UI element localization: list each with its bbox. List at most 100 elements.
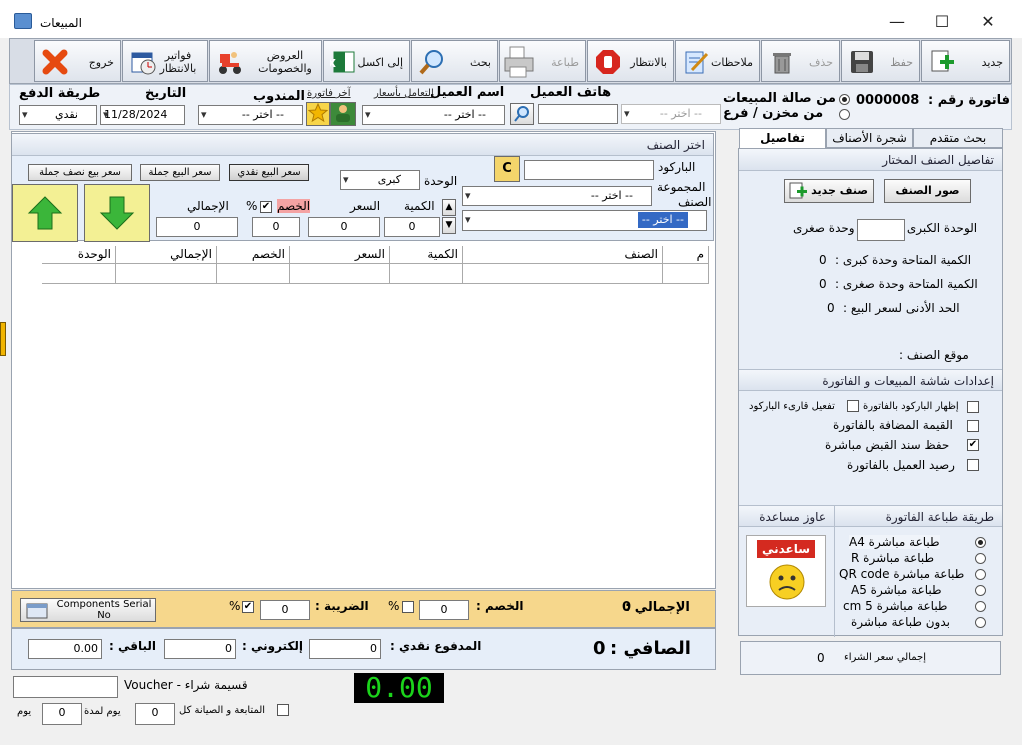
maintenance-checkbox[interactable] [277,704,289,716]
invoice-discount-input[interactable]: 0 [419,600,469,620]
save-receipt-checkbox[interactable]: ✔ [967,439,979,451]
grid-cell[interactable] [42,264,116,284]
from-store-label: من مخزن / فرع [723,106,824,121]
customer-select[interactable]: -- اختر -- [362,105,505,125]
big-unit-input[interactable] [857,219,905,241]
barcode-input[interactable] [524,160,654,180]
close-button[interactable]: ✕ [966,8,1010,36]
settings-title: إعدادات شاشة المبيعات و الفاتورة [739,369,1002,391]
quantity-down-button[interactable]: ▼ [442,217,456,234]
favorite-button[interactable] [306,102,330,126]
print-r-label: طباعة مباشرة R [851,551,935,565]
svg-text:X: X [330,57,337,70]
pending-invoices-button[interactable]: فواتير بالانتظار [122,40,208,82]
price-half-wholesale-button[interactable]: سعر بيع نصف جملة [28,164,132,181]
unit-select[interactable]: كبرى [340,170,420,190]
grid-cell[interactable] [217,264,290,284]
save-button[interactable]: حفظ [841,40,920,82]
discount-percent-sign: % [246,199,258,213]
invoice-discount-percent-checkbox[interactable] [402,601,414,613]
electronic-input[interactable]: 0 [164,639,236,659]
grid-cell[interactable] [390,264,463,284]
quantity-up-button[interactable]: ▲ [442,199,456,216]
toolbar: جديد حفظ حذف ملاحظات بالانتظار طباعة بحث… [9,38,1012,84]
print-button[interactable]: طباعة [499,40,586,82]
no-print-radio[interactable] [975,617,986,628]
clear-button[interactable]: C [494,156,520,182]
voucher-input[interactable] [13,676,118,698]
new-item-button[interactable]: صنف جديد [784,179,874,203]
notes-label: ملاحظات [711,55,753,69]
print-a4-radio[interactable] [975,537,986,548]
side-decoration [0,322,6,356]
maintenance-days-input[interactable]: 0 [135,703,175,725]
help-button[interactable]: ساعدني [746,535,826,607]
deal-prices-link[interactable]: التعامل بأسعار [374,88,434,99]
grid-cell[interactable] [116,264,217,284]
new-item-label: صنف جديد [811,184,868,197]
minimize-button[interactable]: — [875,8,919,36]
discount-input[interactable]: 0 [252,217,300,237]
trash-icon [773,53,791,74]
customer-search-button[interactable] [510,103,534,125]
tax-percent-checkbox[interactable]: ✔ [242,601,254,613]
customer-avatar-button[interactable] [330,102,356,126]
maintenance-day-label: يوم [17,706,32,717]
branch-select[interactable]: -- اختر -- [621,104,721,124]
min-price-label: الحد الأدنى لسعر البيع : [843,301,960,315]
tab-items-tree[interactable]: شجرة الأصناف [826,128,913,148]
print-5cm-radio[interactable] [975,601,986,612]
print-qr-radio[interactable] [975,569,986,580]
maintenance-period-input[interactable]: 0 [42,703,82,725]
delete-button[interactable]: حذف [761,40,840,82]
rep-select[interactable]: -- اختر -- [198,105,303,125]
grid-cell[interactable] [290,264,390,284]
new-button[interactable]: جديد [921,40,1010,82]
offers-discounts-button[interactable]: العروض والخصومات [209,40,322,82]
print-a5-radio[interactable] [975,585,986,596]
grid-cell[interactable] [663,264,709,284]
maximize-button[interactable]: ☐ [920,8,964,36]
components-serial-button[interactable]: Components Serial No [20,598,156,622]
group-select[interactable]: -- اختر -- [462,186,652,206]
date-picker[interactable]: 11/28/2024 [100,105,185,125]
discount-percent-checkbox[interactable]: ✔ [260,201,272,213]
window-title: المبيعات [40,16,82,30]
customer-phone-input[interactable] [538,104,618,124]
price-input[interactable]: 0 [308,217,380,237]
price-cash-button[interactable]: سعر البيع نقدي [229,164,309,181]
tab-details[interactable]: تفاصيل [739,128,826,149]
invoice-number-value: 0000008 [856,93,920,108]
exit-button[interactable]: خروج [34,40,121,82]
quantity-input[interactable]: 0 [384,217,440,237]
vat-checkbox[interactable] [967,420,979,432]
add-down-button[interactable] [84,184,150,242]
from-hall-radio[interactable] [839,94,850,105]
pending-button[interactable]: بالانتظار [587,40,674,82]
cash-paid-input[interactable]: 0 [309,639,381,659]
grid-cell[interactable] [463,264,663,284]
payment-method-select[interactable]: نقدي [19,105,97,125]
price-wholesale-button[interactable]: سعر البيع جملة [140,164,220,181]
invoice-items-grid: الوحدة الإجمالي الخصم السعر الكمية الصنف… [42,246,709,286]
show-barcode-checkbox[interactable] [967,401,979,413]
line-total-input: 0 [156,217,238,237]
customer-balance-checkbox[interactable] [967,459,979,471]
from-store-radio[interactable] [839,109,850,120]
item-selection-panel: اختر الصنف الباركود C المجموعة -- اختر -… [11,133,714,242]
print-r-radio[interactable] [975,553,986,564]
small-unit-label: وحدة صغرى [793,221,855,235]
notes-button[interactable]: ملاحظات [675,40,760,82]
unit-label: الوحدة [424,174,458,188]
tax-input[interactable]: 0 [260,600,310,620]
search-button[interactable]: بحث [411,40,498,82]
grid-header-item: الصنف [463,246,663,264]
item-images-button[interactable]: صور الصنف [884,179,971,203]
last-invoice-link[interactable]: آخر فاتورة [307,88,351,99]
barcode-reader-checkbox[interactable] [847,400,859,412]
item-select[interactable]: -- اختر -- [462,210,707,231]
excel-export-button[interactable]: إلى اكسل X [323,40,410,82]
move-up-button[interactable] [12,184,78,242]
tab-advanced-search[interactable]: بحث متقدم [913,128,1003,148]
app-icon [14,13,32,29]
